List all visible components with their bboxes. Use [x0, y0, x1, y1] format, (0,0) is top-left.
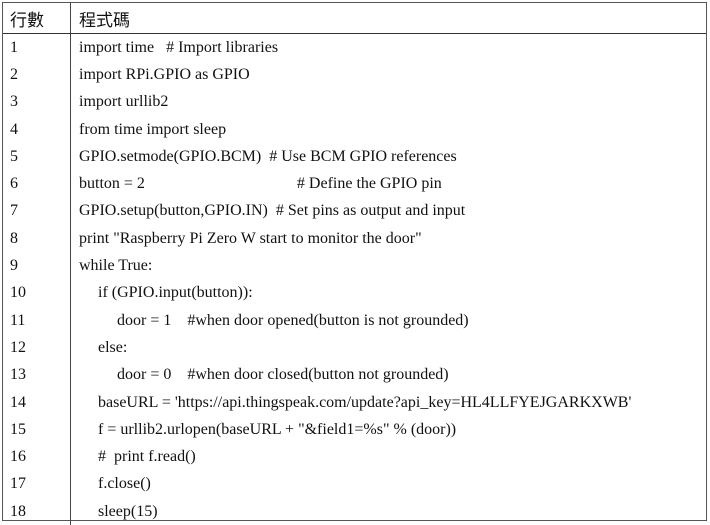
line-number: 17 [3, 470, 71, 499]
line-number: 13 [3, 361, 71, 389]
table-row: 3 import urllib2 [3, 88, 706, 116]
code-line: sleep(15) [98, 502, 158, 520]
line-number: 3 [3, 88, 71, 116]
code-line: # print f.read() [98, 448, 196, 466]
code-line: else: [98, 338, 128, 356]
table-row: 2 import RPi.GPIO as GPIO [3, 61, 706, 89]
code-line: while True: [79, 257, 153, 275]
table-row: 7 GPIO.setup(button,GPIO.IN) # Set pins a… [3, 197, 706, 226]
table-row: 6 button = 2 # Define the GPIO pin [3, 170, 706, 198]
table-row: 11 door = 1 #when door opened(button is n… [3, 306, 706, 335]
table-row: 10 if (GPIO.input(button)): [3, 279, 706, 307]
code-line: door = 1 #when door opened(button is not… [117, 311, 469, 329]
code-listing-table: 行數 程式碼 1 import time # Import libraries 2 i… [2, 2, 707, 525]
code-line: print "Raspberry Pi Zero W start to moni… [79, 229, 422, 247]
code-line: f.close() [98, 475, 151, 493]
code-line: f = urllib2.urlopen(baseURL + "&field1=%… [98, 420, 457, 438]
header-code: 程式碼 [79, 10, 130, 30]
line-number: 8 [3, 225, 71, 253]
table-row: 9 while True: [3, 252, 706, 280]
table-row: 12 else: [3, 334, 706, 362]
table-row: 15 f = urllib2.urlopen(baseURL + "&field1… [3, 416, 706, 444]
table-row: 8 print "Raspberry Pi Zero W start to mon… [3, 225, 706, 253]
code-line: import urllib2 [79, 93, 169, 111]
table-header-row: 行數 程式碼 [3, 3, 706, 34]
line-number: 10 [3, 279, 71, 307]
table-row: 4 from time import sleep [3, 115, 706, 144]
table-row: 17 f.close() [3, 470, 706, 499]
code-line: import RPi.GPIO as GPIO [79, 65, 250, 83]
table-row: 18 sleep(15) [3, 498, 706, 525]
code-line: baseURL = 'https://api.thingspeak.com/up… [98, 393, 632, 411]
line-number: 16 [3, 443, 71, 471]
code-line: from time import sleep [79, 120, 227, 138]
line-number: 15 [3, 416, 71, 444]
table-body: 1 import time # Import libraries 2 import R… [3, 34, 706, 525]
code-line: GPIO.setup(button,GPIO.IN) # Set pins as… [79, 202, 466, 220]
line-number: 12 [3, 334, 71, 362]
line-number: 11 [3, 306, 71, 335]
table-row: 14 baseURL = 'https://api.thingspeak.com/… [3, 388, 706, 417]
code-line: GPIO.setmode(GPIO.BCM) # Use BCM GPIO re… [79, 147, 457, 165]
line-number: 4 [3, 115, 71, 144]
table-row: 16 # print f.read() [3, 443, 706, 471]
line-number: 14 [3, 388, 71, 417]
line-number: 6 [3, 170, 71, 198]
code-line: door = 0 #when door closed(button not gr… [117, 366, 449, 384]
table-row: 1 import time # Import libraries [3, 34, 706, 62]
header-line-number: 行數 [3, 3, 71, 33]
code-line: if (GPIO.input(button)): [98, 284, 253, 302]
line-number: 9 [3, 252, 71, 280]
line-number: 2 [3, 61, 71, 89]
code-line: import time # Import libraries [79, 38, 279, 56]
line-number: 5 [3, 143, 71, 171]
line-number: 7 [3, 197, 71, 226]
line-number: 1 [3, 34, 71, 62]
line-number: 18 [3, 498, 71, 525]
table-row: 13 door = 0 #when door closed(button not … [3, 361, 706, 389]
code-line: button = 2 # Define the GPIO pin [79, 175, 442, 193]
table-row: 5 GPIO.setmode(GPIO.BCM) # Use BCM GPIO r… [3, 143, 706, 171]
